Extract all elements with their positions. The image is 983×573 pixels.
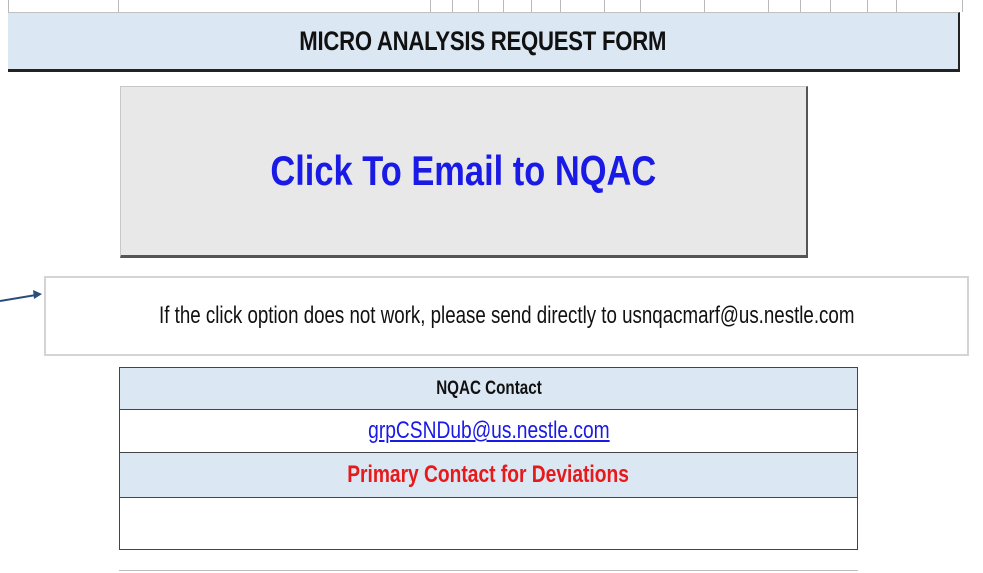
grid-line bbox=[704, 0, 705, 12]
grid-line bbox=[896, 0, 897, 12]
contact-email-link[interactable]: grpCSNDub@us.nestle.com bbox=[368, 417, 609, 445]
email-nqac-button[interactable]: Click To Email to NQAC bbox=[120, 86, 808, 258]
grid-line bbox=[503, 0, 504, 12]
contact-email-row: grpCSNDub@us.nestle.com bbox=[120, 410, 857, 453]
grid-line bbox=[830, 0, 831, 12]
grid-line bbox=[531, 0, 532, 12]
grid-line bbox=[452, 0, 453, 12]
fallback-note-text: If the click option does not work, pleas… bbox=[158, 302, 855, 329]
grid-line bbox=[430, 0, 431, 12]
grid-line bbox=[478, 0, 479, 12]
primary-contact-value-cell[interactable] bbox=[120, 498, 857, 549]
grid-line bbox=[640, 0, 641, 12]
grid-line bbox=[8, 0, 9, 12]
contact-header-row: NQAC Contact bbox=[120, 368, 857, 410]
grid-line bbox=[560, 0, 561, 12]
contact-header: NQAC Contact bbox=[435, 377, 542, 399]
primary-contact-label: Primary Contact for Deviations bbox=[347, 461, 630, 488]
grid-line bbox=[768, 0, 769, 12]
nqac-contact-table: NQAC Contact grpCSNDub@us.nestle.com Pri… bbox=[119, 367, 858, 550]
email-nqac-button-label: Click To Email to NQAC bbox=[270, 147, 657, 194]
divider bbox=[119, 570, 858, 571]
grid-line bbox=[962, 0, 963, 12]
grid-line bbox=[867, 0, 868, 12]
grid-line bbox=[604, 0, 605, 12]
arrow-right-icon bbox=[0, 290, 42, 302]
grid-line bbox=[800, 0, 801, 12]
fallback-note-box: If the click option does not work, pleas… bbox=[44, 276, 969, 356]
form-title: MICRO ANALYSIS REQUEST FORM bbox=[299, 25, 667, 56]
spreadsheet-column-grid bbox=[0, 0, 983, 12]
grid-line bbox=[118, 0, 119, 12]
form-title-bar: MICRO ANALYSIS REQUEST FORM bbox=[8, 12, 960, 72]
primary-contact-header-row: Primary Contact for Deviations bbox=[120, 453, 857, 498]
